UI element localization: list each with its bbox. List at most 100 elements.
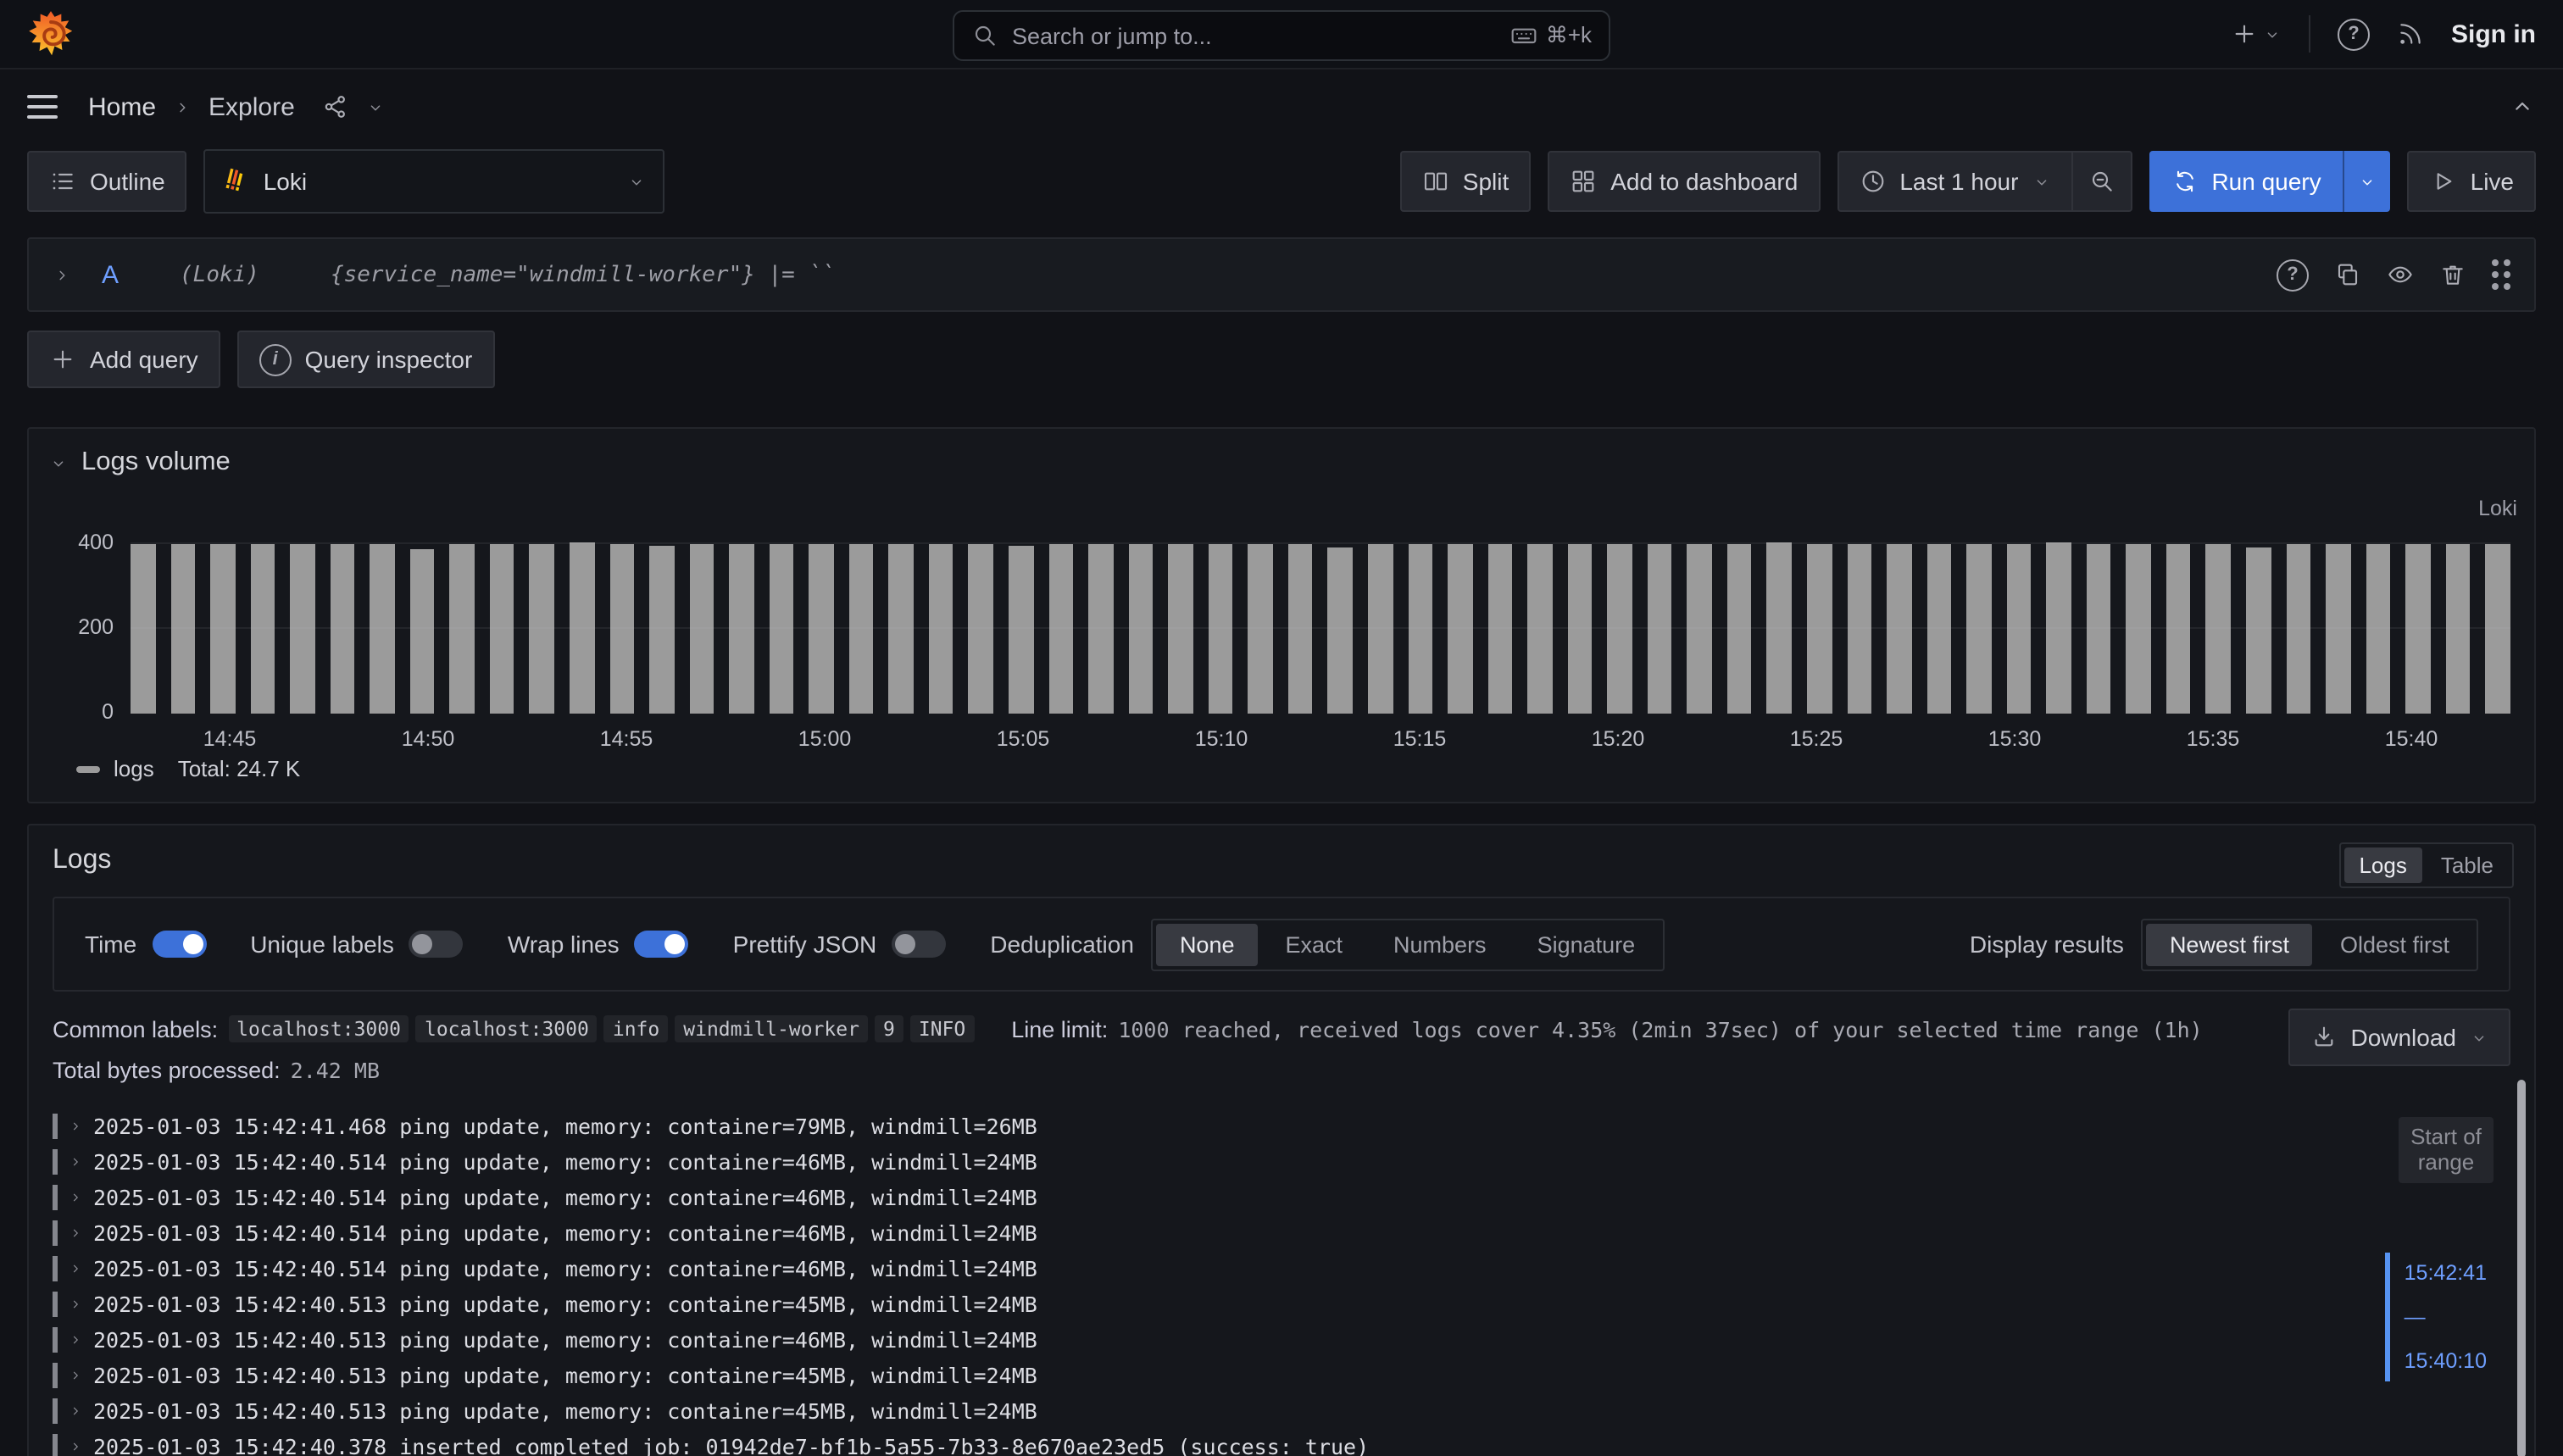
breadcrumb-home[interactable]: Home bbox=[88, 92, 156, 121]
search-input[interactable]: Search or jump to... ⌘+k bbox=[953, 10, 1610, 61]
new-menu-button[interactable] bbox=[2231, 20, 2282, 47]
logs-volume-panel: Logs volume Loki 020040014:4514:5014:551… bbox=[27, 427, 2536, 803]
chevron-down-icon bbox=[2470, 1028, 2488, 1047]
run-query-options-button[interactable] bbox=[2343, 151, 2391, 212]
view-option-table[interactable]: Table bbox=[2426, 847, 2509, 883]
log-row[interactable]: 2025-01-03 15:42:40.514 ping update, mem… bbox=[53, 1251, 2280, 1287]
add-query-button[interactable]: Add query bbox=[27, 331, 220, 388]
expand-log-chevron-icon[interactable] bbox=[68, 1190, 83, 1205]
query-help-icon[interactable]: ? bbox=[2277, 258, 2309, 291]
volume-bar bbox=[1607, 544, 1632, 714]
expand-log-chevron-icon[interactable] bbox=[68, 1403, 83, 1419]
log-row[interactable]: 2025-01-03 15:42:40.514 ping update, mem… bbox=[53, 1144, 2280, 1180]
expand-log-chevron-icon[interactable] bbox=[68, 1368, 83, 1383]
display-option-oldest-first[interactable]: Oldest first bbox=[2316, 923, 2473, 965]
toggle-prettify-json[interactable]: Prettify JSON bbox=[733, 931, 947, 958]
drag-handle-icon[interactable] bbox=[2492, 259, 2510, 290]
toggle-time[interactable]: Time bbox=[85, 931, 206, 958]
view-option-logs[interactable]: Logs bbox=[2343, 847, 2421, 883]
toggle-switch[interactable] bbox=[152, 931, 206, 958]
legend-series-swatch bbox=[76, 765, 100, 772]
display-option-newest-first[interactable]: Newest first bbox=[2146, 923, 2313, 965]
add-to-dashboard-button[interactable]: Add to dashboard bbox=[1548, 151, 1820, 212]
dedup-option-signature[interactable]: Signature bbox=[1514, 923, 1660, 965]
help-icon[interactable]: ? bbox=[2338, 18, 2370, 50]
chevron-down-icon bbox=[2263, 25, 2282, 43]
toggle-visibility-eye-icon[interactable] bbox=[2387, 261, 2414, 288]
download-button[interactable]: Download bbox=[2288, 1009, 2510, 1066]
volume-bar bbox=[1209, 544, 1233, 714]
expand-log-chevron-icon[interactable] bbox=[68, 1225, 83, 1241]
breadcrumb-explore[interactable]: Explore bbox=[208, 92, 295, 121]
dedup-option-none[interactable]: None bbox=[1156, 923, 1259, 965]
x-axis-tick: 14:55 bbox=[600, 727, 653, 751]
share-icon[interactable] bbox=[322, 93, 349, 120]
expand-log-chevron-icon[interactable] bbox=[68, 1297, 83, 1312]
volume-bar bbox=[2326, 544, 2350, 714]
x-axis-tick: 14:45 bbox=[203, 727, 257, 751]
minimap-selection-bar bbox=[2386, 1253, 2391, 1381]
expand-log-chevron-icon[interactable] bbox=[68, 1261, 83, 1276]
query-expression-input[interactable]: {service_name="windmill-worker"} |= `` bbox=[331, 262, 835, 287]
dedup-option-numbers[interactable]: Numbers bbox=[1370, 923, 1510, 965]
chart-legend[interactable]: logs Total: 24.7 K bbox=[76, 756, 300, 781]
volume-bar bbox=[2127, 544, 2151, 714]
log-timeline-minimap[interactable]: 15:42:41 — 15:40:10 bbox=[2386, 1253, 2487, 1381]
copy-query-icon[interactable] bbox=[2334, 261, 2361, 288]
toggle-switch[interactable] bbox=[409, 931, 464, 958]
run-query-button[interactable]: Run query bbox=[2149, 151, 2343, 212]
volume-bar bbox=[1168, 544, 1193, 714]
volume-bar bbox=[770, 544, 794, 714]
collapse-query-icon[interactable] bbox=[53, 265, 71, 284]
live-button[interactable]: Live bbox=[2408, 151, 2536, 212]
sign-in-link[interactable]: Sign in bbox=[2451, 19, 2536, 48]
split-button[interactable]: Split bbox=[1400, 151, 1531, 212]
log-row[interactable]: 2025-01-03 15:42:40.513 ping update, mem… bbox=[53, 1287, 2280, 1322]
start-of-range-box[interactable]: Start of range bbox=[2399, 1117, 2494, 1183]
volume-bar bbox=[1048, 544, 1073, 714]
logs-scrollbar[interactable] bbox=[2517, 1080, 2526, 1456]
news-rss-icon[interactable] bbox=[2397, 20, 2424, 47]
expand-log-chevron-icon[interactable] bbox=[68, 1439, 83, 1454]
outline-button[interactable]: Outline bbox=[27, 151, 187, 212]
toggle-switch[interactable] bbox=[892, 931, 946, 958]
collapse-up-icon[interactable] bbox=[2509, 93, 2536, 120]
logs-volume-header[interactable]: Logs volume bbox=[29, 429, 2534, 478]
chevron-down-icon[interactable] bbox=[366, 97, 385, 116]
log-row[interactable]: 2025-01-03 15:42:40.513 ping update, mem… bbox=[53, 1393, 2280, 1429]
log-row[interactable]: 2025-01-03 15:42:40.514 ping update, mem… bbox=[53, 1180, 2280, 1215]
delete-query-trash-icon[interactable] bbox=[2439, 261, 2466, 288]
download-icon bbox=[2310, 1024, 2337, 1051]
log-row[interactable]: 2025-01-03 15:42:40.514 ping update, mem… bbox=[53, 1215, 2280, 1251]
volume-bar bbox=[2366, 544, 2390, 714]
datasource-picker[interactable]: Loki bbox=[204, 149, 665, 214]
time-range-picker[interactable]: Last 1 hour bbox=[1838, 153, 2071, 210]
query-ref-id[interactable]: A bbox=[102, 260, 119, 289]
toggle-switch[interactable] bbox=[635, 931, 689, 958]
grafana-logo[interactable] bbox=[27, 10, 75, 58]
query-datasource-hint: (Loki) bbox=[180, 262, 259, 287]
log-row[interactable]: 2025-01-03 15:42:41.468 ping update, mem… bbox=[53, 1109, 2280, 1144]
x-axis-tick: 15:00 bbox=[798, 727, 852, 751]
plus-icon bbox=[2231, 20, 2258, 47]
datasource-label: Loki bbox=[264, 168, 307, 195]
zoom-out-button[interactable] bbox=[2071, 153, 2130, 210]
volume-bar bbox=[969, 544, 993, 714]
y-axis-tick: 400 bbox=[46, 531, 114, 554]
expand-log-chevron-icon[interactable] bbox=[68, 1119, 83, 1134]
topbar-divider bbox=[2309, 15, 2310, 53]
expand-log-chevron-icon[interactable] bbox=[68, 1154, 83, 1170]
menu-toggle-icon[interactable] bbox=[27, 95, 58, 119]
run-query-label: Run query bbox=[2211, 168, 2321, 195]
expand-log-chevron-icon[interactable] bbox=[68, 1332, 83, 1348]
log-row[interactable]: 2025-01-03 15:42:40.378 inserted complet… bbox=[53, 1429, 2280, 1456]
logs-volume-chart[interactable]: 020040014:4514:5014:5515:0015:0515:1015:… bbox=[131, 527, 2510, 714]
toggle-wrap-lines[interactable]: Wrap lines bbox=[508, 931, 689, 958]
log-line-text: 2025-01-03 15:42:40.378 inserted complet… bbox=[93, 1434, 1369, 1456]
log-row[interactable]: 2025-01-03 15:42:40.513 ping update, mem… bbox=[53, 1322, 2280, 1358]
log-row[interactable]: 2025-01-03 15:42:40.513 ping update, mem… bbox=[53, 1358, 2280, 1393]
volume-bar bbox=[2246, 548, 2271, 714]
query-inspector-button[interactable]: i Query inspector bbox=[237, 331, 495, 388]
toggle-unique-labels[interactable]: Unique labels bbox=[250, 931, 464, 958]
dedup-option-exact[interactable]: Exact bbox=[1262, 923, 1367, 965]
